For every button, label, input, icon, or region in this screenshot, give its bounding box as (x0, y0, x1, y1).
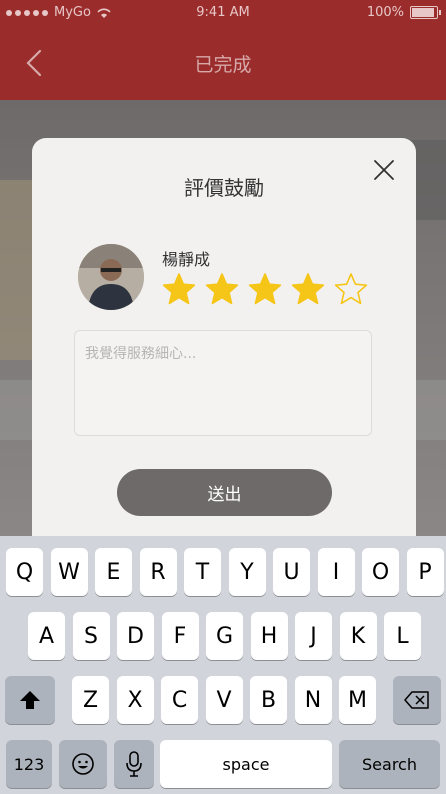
rating-modal: 評價鼓勵 楊靜成 送出 (32, 138, 416, 538)
close-icon[interactable] (372, 158, 396, 182)
shift-icon (20, 691, 40, 709)
key-j[interactable]: J (295, 612, 332, 660)
key-q[interactable]: Q (6, 548, 43, 596)
key-l[interactable]: L (384, 612, 421, 660)
search-key-label: Search (362, 754, 417, 774)
star-empty-icon[interactable] (334, 272, 368, 306)
star-rating[interactable] (162, 272, 368, 306)
emoji-icon (72, 753, 94, 775)
key-p[interactable]: P (406, 548, 444, 596)
search-key[interactable]: Search (339, 740, 440, 788)
space-key[interactable]: space (160, 740, 332, 788)
key-o[interactable]: O (362, 548, 399, 596)
nav-bar: 已完成 (0, 26, 446, 100)
key-u[interactable]: U (273, 548, 310, 596)
delete-key[interactable] (393, 676, 441, 724)
key-k[interactable]: K (339, 612, 377, 660)
key-m[interactable]: M (339, 676, 376, 724)
space-key-label: space (222, 754, 270, 774)
battery-icon (410, 6, 441, 19)
keyboard: 123 space Search QWERTYUIOP ASDFGHJKL ZXCV… (0, 536, 446, 794)
comment-input[interactable] (74, 330, 372, 436)
modal-title: 評價鼓勵 (184, 176, 264, 200)
key-y[interactable]: Y (228, 548, 266, 596)
star-filled-icon[interactable] (205, 272, 239, 306)
key-t[interactable]: T (184, 548, 221, 596)
numbers-key[interactable]: 123 (6, 740, 52, 788)
numbers-key-label: 123 (13, 754, 45, 774)
key-r[interactable]: R (139, 548, 177, 596)
user-name: 楊靜成 (162, 250, 211, 269)
microphone-icon (126, 751, 142, 777)
star-filled-icon[interactable] (162, 272, 196, 306)
avatar (78, 244, 144, 310)
star-filled-icon[interactable] (291, 272, 325, 306)
key-g[interactable]: G (206, 612, 243, 660)
key-w[interactable]: W (50, 548, 88, 596)
submit-button[interactable]: 送出 (117, 469, 332, 516)
key-x[interactable]: X (116, 676, 154, 724)
status-bar: MyGo 9:41 AM 100% (0, 0, 446, 26)
key-a[interactable]: A (28, 612, 65, 660)
emoji-key[interactable] (59, 740, 107, 788)
key-i[interactable]: I (317, 548, 355, 596)
key-h[interactable]: H (250, 612, 288, 660)
key-c[interactable]: C (161, 676, 198, 724)
star-filled-icon[interactable] (248, 272, 282, 306)
key-z[interactable]: Z (72, 676, 109, 724)
key-d[interactable]: D (117, 612, 154, 660)
battery-percent: 100% (366, 5, 404, 20)
battery-area: 100% (366, 5, 441, 20)
delete-icon (404, 691, 429, 709)
key-s[interactable]: S (72, 612, 110, 660)
shift-key[interactable] (5, 676, 55, 724)
page-title: 已完成 (194, 54, 252, 76)
microphone-key[interactable] (114, 740, 154, 788)
key-f[interactable]: F (161, 612, 199, 660)
key-v[interactable]: V (205, 676, 243, 724)
key-b[interactable]: B (250, 676, 287, 724)
key-n[interactable]: N (294, 676, 332, 724)
key-e[interactable]: E (95, 548, 132, 596)
